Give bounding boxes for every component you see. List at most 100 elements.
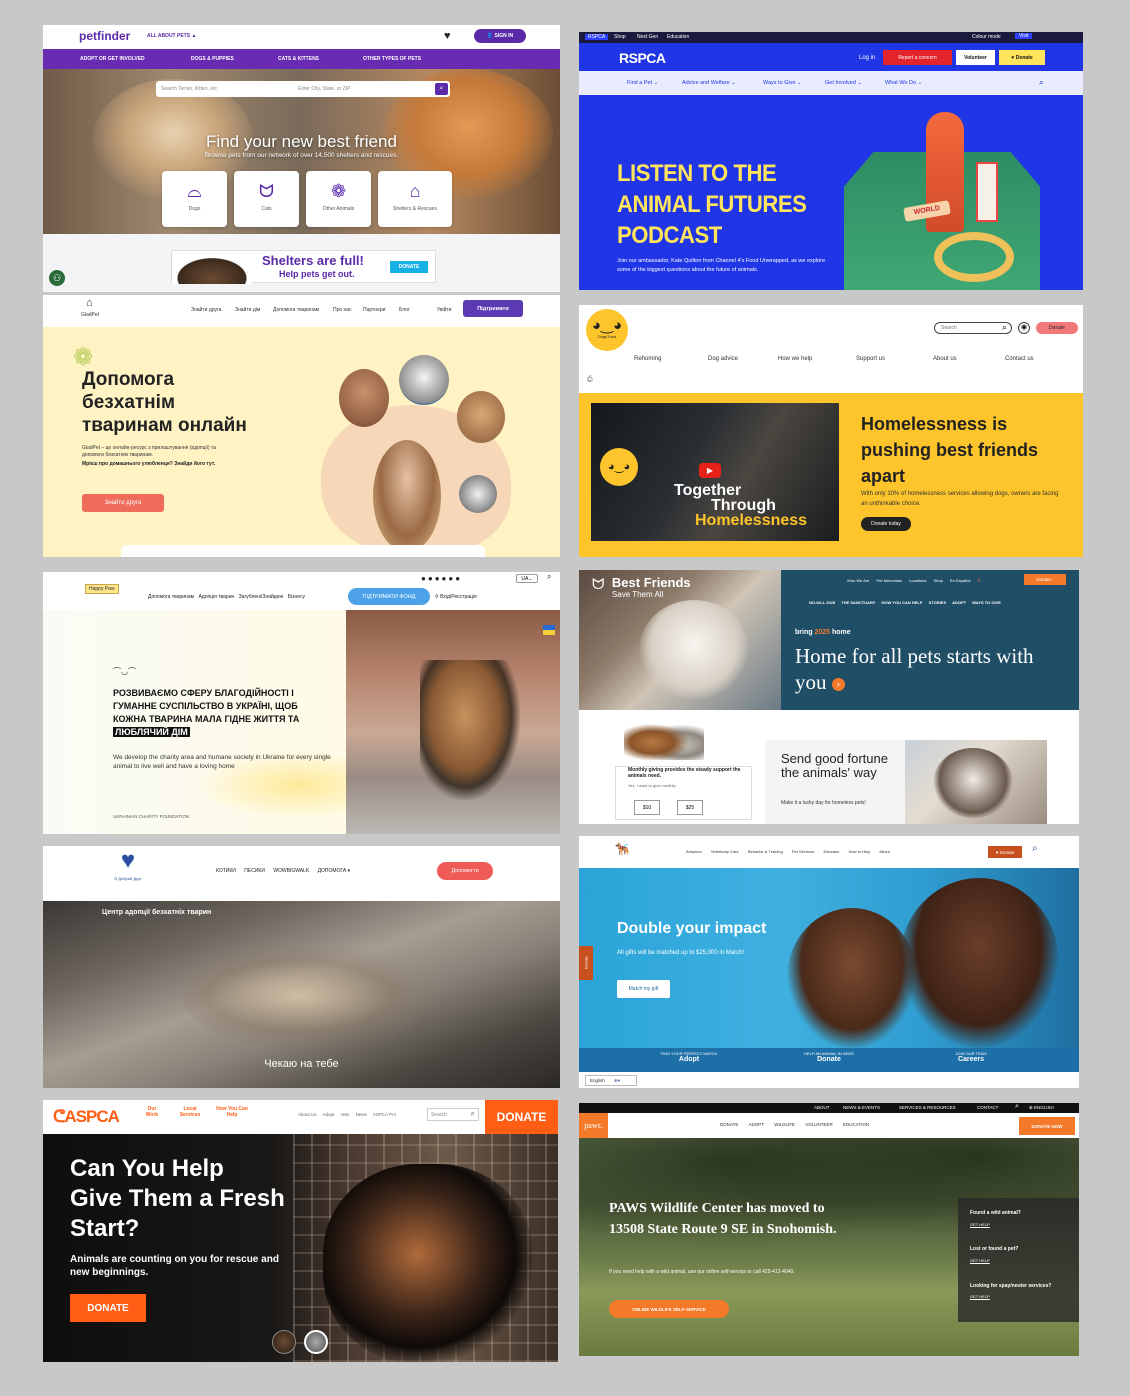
dogstrust-logo[interactable]: ◕‿◕ DogsTrust [586,309,628,351]
nav-item[interactable]: Behavior & Training [748,849,783,854]
sign-in-button[interactable]: 👤 SIGN IN [474,29,526,43]
rspca-logo[interactable]: RSPCA [619,50,666,66]
nav-other[interactable]: OTHER TYPES OF PETS [363,56,421,62]
category-card-cats[interactable]: ᗢ Cats [234,171,299,227]
facebook-icon[interactable]: ● [421,574,428,583]
side-donate-tab[interactable]: Donate [579,946,593,980]
amount-button[interactable]: $25 [677,800,703,815]
top-nav-item[interactable]: Shop [933,578,942,583]
nav-item[interactable]: Знайти дім [235,307,260,313]
top-link[interactable]: SERVICES & RESOURCES [899,1105,956,1110]
top-link[interactable]: Next Gen [637,34,658,40]
login-link[interactable]: Log in [859,55,875,61]
link-item[interactable]: ASPCA Pro [373,1112,396,1117]
donate-header-button[interactable]: DONATE [485,1100,558,1134]
petfinder-logo[interactable]: petfinder [79,29,130,43]
all-about-pets-menu[interactable]: ALL ABOUT PETS ▲ [147,33,196,39]
play-icon[interactable]: ▶ [699,463,721,478]
gladpet-logo[interactable]: GladPet [81,312,99,318]
search-icon[interactable]: ⌕ [547,572,551,582]
login-link[interactable]: Увійти [437,307,452,313]
carousel-thumb[interactable] [272,1330,296,1354]
nav-item[interactable]: THE SANCTUARY [841,600,875,605]
match-gift-button[interactable]: Match my gift [617,980,670,998]
get-help-link[interactable]: GET HELP [970,1294,1060,1299]
donate-today-button[interactable]: Donate today [861,517,911,531]
get-help-link[interactable]: GET HELP [970,1258,1018,1263]
nav-item[interactable]: EDUCATION [843,1122,869,1127]
nav-item[interactable]: About us [933,356,957,362]
nav-item[interactable]: Допомога тваринам [148,594,194,600]
amount-button[interactable]: $10 [634,800,660,815]
support-fund-button[interactable]: ПІДТРИМАТИ ФОНД [348,588,430,605]
nav-item[interactable]: Загублені/Знайдені [239,594,284,600]
nav-item[interactable]: HOW YOU CAN HELP [881,600,922,605]
donate-button[interactable]: ♥ Donate [988,846,1022,858]
nav-item[interactable]: Educator [823,849,839,854]
nav-item[interactable]: Our Work [143,1106,161,1118]
top-link[interactable]: RSPCA [585,34,609,40]
instagram-icon[interactable]: ● [428,574,435,583]
search-icon[interactable]: ⌕ [1039,77,1044,88]
nav-item[interactable]: How we help [778,356,812,362]
nav-item[interactable]: How to Help [849,849,871,854]
link-item[interactable]: Vets [341,1112,350,1117]
category-card-dogs[interactable]: ⌓ Dogs [162,171,227,227]
search-input[interactable]: Search [941,325,957,331]
search-icon[interactable]: ⌕ [1002,322,1007,333]
nav-item[interactable]: NO-KILL 2025 [809,600,835,605]
link-item[interactable]: News [356,1112,367,1117]
nav-item[interactable]: ПЕСИКИ [244,868,265,874]
nav-item[interactable]: WILDLIFE [774,1122,795,1127]
top-link[interactable]: Education [667,34,689,40]
nav-item[interactable]: Rehoming [634,356,661,362]
dogstrust-search[interactable]: Search ⌕ [934,322,1012,334]
tiktok-icon[interactable]: ● [455,574,462,583]
nav-adopt[interactable]: ADOPT OR GET INVOLVED [80,56,145,62]
nav-item[interactable]: Local Services [175,1106,205,1118]
search-icon[interactable]: ⌕ [978,578,981,584]
nav-item[interactable]: Адопція тварин [198,594,234,600]
donate-hero-button[interactable]: DONATE [70,1294,146,1322]
nav-item[interactable]: Support us [856,356,885,362]
video-thumbnail[interactable]: ◕‿◕ ▶ Together Through Homelessness [591,403,839,541]
gladpet-logo-icon[interactable]: ⌂ [86,297,93,309]
nav-item[interactable]: Find a Pet ⌄ [627,80,658,86]
top-nav-item[interactable]: Locations [909,578,926,583]
nav-item[interactable]: Get Involved ⌄ [825,80,862,86]
top-nav-item[interactable]: Who We Are [847,578,869,583]
aspca-logo[interactable]: ᕦASPCA [53,1107,120,1127]
paws-logo[interactable]: paws. [579,1113,608,1138]
nav-item[interactable]: DONATE [720,1122,738,1127]
nav-item[interactable]: Pet Services [792,849,814,854]
arrow-icon[interactable]: › [831,677,845,691]
visit-link[interactable]: Visit [1015,33,1033,39]
nav-item[interactable]: Партнери [363,307,385,313]
report-concern-button[interactable]: Report a concern [883,50,952,65]
nav-item[interactable]: Adoption [686,849,702,854]
nav-item[interactable]: Advice and Welfare ⌄ [682,80,736,86]
donate-now-button[interactable]: DONATE NOW [1019,1117,1075,1135]
category-card-shelters[interactable]: ⌂ Shelters & Rescues [378,171,452,227]
get-help-link[interactable]: GET HELP [970,1222,1021,1227]
bottom-link-adopt[interactable]: FIND YOUR PERFECT MATCH Adopt [619,1051,759,1063]
telegram-icon[interactable]: ● [435,574,442,583]
donate-button[interactable]: ♥ Donate [999,50,1045,65]
nav-item[interactable]: Veterinary Care [711,849,739,854]
wildlife-self-service-button[interactable]: ONLINE WILDLIFE SELF-SERVICE [609,1300,729,1318]
account-icon[interactable]: ◉ [1018,322,1030,334]
nav-item[interactable]: STORIES [929,600,947,605]
volunteer-button[interactable]: Volunteer [956,50,995,65]
colour-mode-toggle[interactable]: Colour mode [972,34,1001,40]
nav-item[interactable]: ADOPT [748,1122,764,1127]
nav-cats[interactable]: CATS & KITTENS [278,56,319,62]
nav-item[interactable]: Ways to Give ⌄ [763,80,802,86]
bottom-link-donate[interactable]: HELP AN ANIMAL IN NEED Donate [759,1051,899,1063]
search-icon[interactable]: ⌕ [435,83,448,95]
nav-item[interactable]: VOLUNTEER [805,1122,833,1127]
search-icon[interactable]: ⌕ [1015,1103,1019,1111]
happypaw-logo[interactable]: Happy Paw [85,584,119,594]
nav-item[interactable]: Блог [399,307,410,313]
shelters-ad[interactable]: Shelters are full! Help pets get out. DO… [171,250,436,284]
kotyky-logo[interactable]: ♥ Я Добрий Друг [106,846,150,898]
